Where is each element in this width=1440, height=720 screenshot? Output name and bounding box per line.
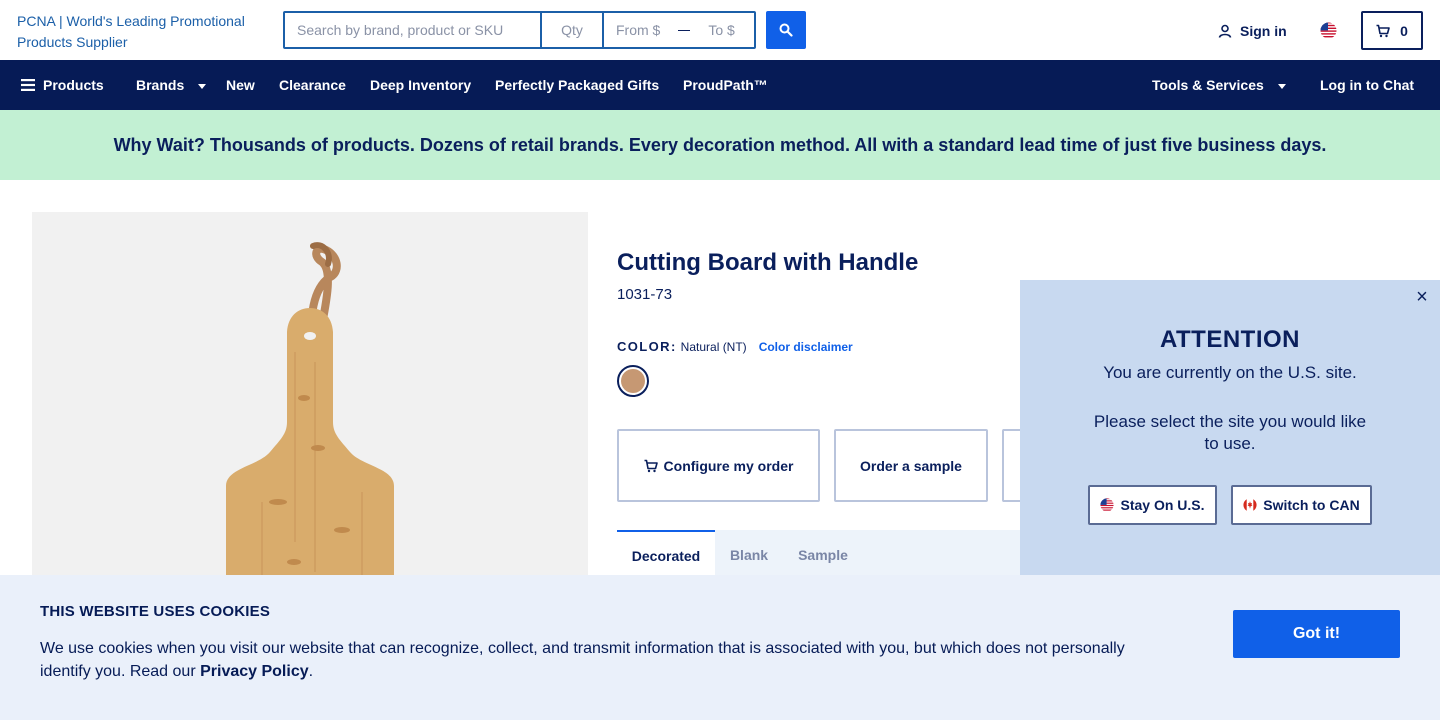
cart-button[interactable]: 0 xyxy=(1361,11,1423,50)
color-label: COLOR: xyxy=(617,339,677,354)
canada-flag-icon xyxy=(1243,498,1257,512)
swatch-fill xyxy=(621,369,645,393)
popup-line-current-site: You are currently on the U.S. site. xyxy=(1103,363,1357,382)
cart-icon xyxy=(644,459,658,472)
switch-can-button[interactable]: Switch to CAN xyxy=(1231,485,1372,525)
color-value: Natural (NT) xyxy=(680,340,747,354)
search-icon xyxy=(779,23,793,37)
switch-can-label: Switch to CAN xyxy=(1263,497,1360,513)
product-image[interactable] xyxy=(32,212,588,612)
color-row: COLOR: Natural (NT) Color disclaimer xyxy=(617,339,853,354)
us-flag-icon xyxy=(1320,22,1337,39)
search-button[interactable] xyxy=(766,11,806,49)
signin-link[interactable]: Sign in xyxy=(1218,21,1287,41)
main-nav: Products Brands New Clearance Deep Inven… xyxy=(0,60,1440,110)
product-title: Cutting Board with Handle xyxy=(617,249,919,276)
cookie-period: . xyxy=(308,663,314,680)
user-icon xyxy=(1218,24,1232,38)
qty-input[interactable]: Qty xyxy=(542,13,604,47)
nav-clearance[interactable]: Clearance xyxy=(279,60,346,110)
tab-decorated[interactable]: Decorated xyxy=(617,530,715,580)
cookie-banner: THIS WEBSITE USES COOKIES We use cookies… xyxy=(0,575,1440,720)
stay-us-label: Stay On U.S. xyxy=(1120,497,1205,513)
stay-us-button[interactable]: Stay On U.S. xyxy=(1088,485,1217,525)
cart-icon xyxy=(1376,24,1390,37)
cookie-accept-button[interactable]: Got it! xyxy=(1233,610,1400,658)
search-group: Search by brand, product or SKU Qty From… xyxy=(283,11,756,49)
price-range: From $ To $ xyxy=(604,13,754,47)
popup-line-select-site: Please select the site you would like to… xyxy=(1093,412,1367,453)
us-flag-icon xyxy=(1100,498,1115,512)
promo-banner-text: Why Wait? Thousands of products. Dozens … xyxy=(113,134,1327,155)
site-logo[interactable]: PCNA | World's Leading Promotional Produ… xyxy=(17,11,267,53)
nav-packaged-gifts[interactable]: Perfectly Packaged Gifts xyxy=(495,60,659,110)
nav-new[interactable]: New xyxy=(226,60,255,110)
chevron-down-icon xyxy=(1277,83,1286,89)
cookie-title: THIS WEBSITE USES COOKIES xyxy=(40,603,271,620)
site-header: PCNA | World's Leading Promotional Produ… xyxy=(0,0,1440,60)
country-selector[interactable] xyxy=(1320,22,1337,39)
range-dash xyxy=(678,29,691,31)
signin-label: Sign in xyxy=(1240,23,1287,39)
nav-brands-label: Brands xyxy=(136,77,185,93)
site-select-popup: × ATTENTION You are currently on the U.S… xyxy=(1020,280,1440,580)
nav-products[interactable]: Products xyxy=(21,60,104,110)
nav-tools-services[interactable]: Tools & Services xyxy=(1152,60,1286,110)
cutting-board-image xyxy=(226,242,394,612)
search-input[interactable]: Search by brand, product or SKU xyxy=(285,13,542,47)
nav-proudpath[interactable]: ProudPath™ xyxy=(683,60,768,110)
order-sample-button[interactable]: Order a sample xyxy=(834,429,988,502)
popup-title: ATTENTION xyxy=(1159,326,1301,353)
tab-sample[interactable]: Sample xyxy=(783,530,863,580)
cart-count: 0 xyxy=(1400,22,1408,39)
nav-deep-inventory[interactable]: Deep Inventory xyxy=(370,60,471,110)
nav-brands[interactable]: Brands xyxy=(136,60,207,110)
color-disclaimer-link[interactable]: Color disclaimer xyxy=(759,340,853,354)
tab-blank[interactable]: Blank xyxy=(715,530,783,580)
configure-order-button[interactable]: Configure my order xyxy=(617,429,820,502)
privacy-policy-link[interactable]: Privacy Policy xyxy=(200,663,309,680)
nav-chat-login[interactable]: Log in to Chat xyxy=(1320,60,1414,110)
promo-banner: Why Wait? Thousands of products. Dozens … xyxy=(0,110,1440,180)
chevron-down-icon xyxy=(198,83,207,89)
product-sku: 1031-73 xyxy=(617,286,673,303)
cookie-text: We use cookies when you visit our websit… xyxy=(40,637,1150,683)
color-swatch-natural[interactable] xyxy=(617,365,649,397)
price-from-input[interactable]: From $ xyxy=(616,22,660,38)
configure-order-label: Configure my order xyxy=(663,457,794,474)
close-icon[interactable]: × xyxy=(1414,287,1430,307)
price-to-input[interactable]: To $ xyxy=(708,22,734,38)
nav-products-label: Products xyxy=(43,77,104,93)
menu-icon xyxy=(21,79,35,91)
nav-tools-label: Tools & Services xyxy=(1152,77,1264,93)
